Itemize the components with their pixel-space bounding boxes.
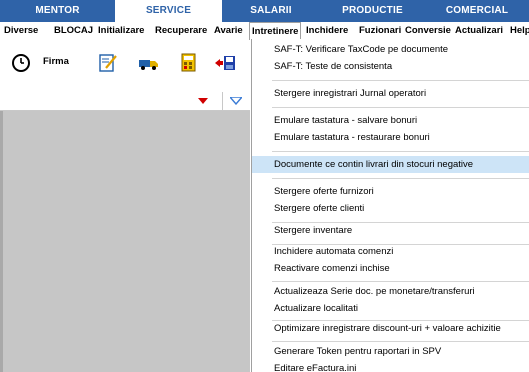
module-tabs: MENTOR SERVICE SALARII PRODUCTIE COMERCI…	[0, 0, 529, 22]
menu-separator	[272, 341, 529, 342]
tab-comercial[interactable]: COMERCIAL	[425, 0, 529, 22]
truck-icon[interactable]	[138, 52, 160, 74]
menu-actualizari[interactable]: Actualizari	[455, 22, 503, 40]
menu-item-actualizare-localitati[interactable]: Actualizare localitati	[252, 300, 529, 317]
menu-item-emulare-restaurare[interactable]: Emulare tastatura - restaurare bonuri	[252, 129, 529, 146]
tab-mentor[interactable]: MENTOR	[0, 0, 115, 22]
menu-conversie[interactable]: Conversie	[405, 22, 451, 40]
save-export-icon[interactable]	[214, 52, 236, 74]
menu-intretinere[interactable]: Intretinere	[249, 22, 302, 40]
tab-productie[interactable]: PRODUCTIE	[320, 0, 425, 22]
menu-item-saft-teste[interactable]: SAF-T: Teste de consistenta	[252, 58, 529, 75]
menu-item-actualizeaza-serie[interactable]: Actualizeaza Serie doc. pe monetare/tran…	[252, 283, 529, 300]
tab-salarii[interactable]: SALARII	[222, 0, 320, 22]
toolbar: Firma	[0, 40, 250, 92]
menu-separator	[272, 281, 529, 282]
intretinere-dropdown: SAF-T: Verificare TaxCode pe documente S…	[251, 39, 529, 372]
workspace-pane	[0, 111, 250, 372]
menu-recuperare[interactable]: Recuperare	[155, 22, 207, 40]
menu-inchidere[interactable]: Inchidere	[306, 22, 348, 40]
menu-blocaj[interactable]: BLOCAJ	[54, 22, 93, 40]
menu-fuzionari[interactable]: Fuzionari	[359, 22, 401, 40]
menu-separator	[272, 80, 529, 81]
menu-item-saft-verificare[interactable]: SAF-T: Verificare TaxCode pe documente	[252, 41, 529, 58]
menu-item-optimizare-discount[interactable]: Optimizare inregistrare discount-uri + v…	[252, 320, 529, 337]
menu-help[interactable]: Help	[510, 22, 529, 40]
tab-service[interactable]: SERVICE	[115, 0, 222, 22]
menu-item-emulare-salvare[interactable]: Emulare tastatura - salvare bonuri	[252, 112, 529, 129]
menu-diverse[interactable]: Diverse	[4, 22, 38, 40]
menu-separator	[272, 107, 529, 108]
divider	[222, 92, 223, 110]
menu-item-stergere-inventare[interactable]: Stergere inventare	[252, 222, 529, 239]
menu-item-stergere-oferte-clienti[interactable]: Stergere oferte clienti	[252, 200, 529, 217]
menu-item-stergere-oferte-furnizori[interactable]: Stergere oferte furnizori	[252, 183, 529, 200]
menu-initializare[interactable]: Initializare	[98, 22, 144, 40]
firma-button[interactable]: Firma	[43, 56, 69, 67]
menu-item-reactivare-comenzi[interactable]: Reactivare comenzi inchise	[252, 260, 529, 277]
menu-separator	[272, 178, 529, 179]
menu-item-generare-token[interactable]: Generare Token pentru raportari in SPV	[252, 343, 529, 360]
clock-icon[interactable]	[10, 52, 32, 74]
menu-bar: Diverse BLOCAJ Initializare Recuperare A…	[0, 22, 529, 40]
pane-edge	[0, 111, 3, 372]
calculator-icon[interactable]	[178, 52, 200, 74]
blue-dropdown-arrow-icon[interactable]	[230, 97, 242, 105]
edit-document-icon[interactable]	[97, 52, 119, 74]
menu-item-documente-stocuri-negative[interactable]: Documente ce contin livrari din stocuri …	[252, 156, 529, 173]
menu-item-editare-efactura[interactable]: Editare eFactura.ini	[252, 360, 529, 372]
menu-item-inchidere-comenzi[interactable]: Inchidere automata comenzi	[252, 243, 529, 260]
red-dropdown-arrow-icon[interactable]	[198, 98, 208, 105]
menu-item-stergere-jurnal[interactable]: Stergere inregistrari Jurnal operatori	[252, 85, 529, 102]
selector-row[interactable]	[0, 92, 250, 111]
menu-separator	[272, 151, 529, 152]
menu-avarie[interactable]: Avarie	[214, 22, 243, 40]
